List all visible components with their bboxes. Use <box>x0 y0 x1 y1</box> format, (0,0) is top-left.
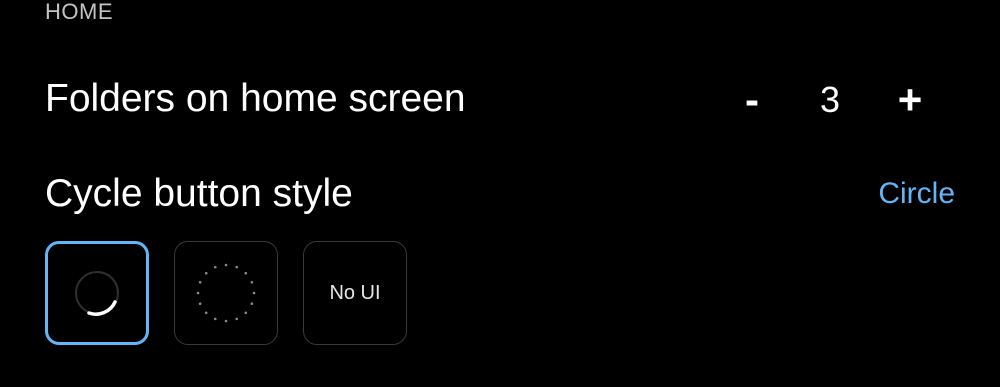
cycle-style-label: Cycle button style <box>45 172 353 215</box>
dotted-circle-dot <box>198 280 202 284</box>
dotted-circle-dot <box>252 291 256 295</box>
folders-count-value: 3 <box>819 79 841 120</box>
decrement-button[interactable]: - <box>730 72 774 128</box>
dotted-circle-dot <box>213 317 217 321</box>
dotted-circle-dot <box>224 319 228 323</box>
dotted-circle-dot <box>250 302 254 306</box>
folders-setting-label: Folders on home screen <box>45 77 466 120</box>
dotted-circle-dot <box>235 317 239 321</box>
dotted-circle-dot <box>235 265 239 269</box>
dotted-circle-dot <box>213 265 217 269</box>
dotted-circle-dot <box>224 263 228 267</box>
dotted-circle-dot <box>198 302 202 306</box>
circle-arc-icon <box>75 271 119 316</box>
dotted-circle-dot <box>250 280 254 284</box>
cycle-style-option-no-ui[interactable]: No UI <box>303 241 407 345</box>
section-header-home: HOME <box>45 0 113 24</box>
dotted-circle-dot <box>244 311 248 315</box>
increment-button[interactable]: + <box>888 72 932 128</box>
folders-stepper: - 3 + <box>730 72 940 128</box>
dotted-circle-dot <box>196 291 200 295</box>
dotted-circle-dot <box>204 271 208 275</box>
dotted-circle-dot <box>204 311 208 315</box>
dotted-circle-dot <box>244 271 248 275</box>
cycle-style-option-circle[interactable] <box>45 241 149 345</box>
cycle-style-selected-value[interactable]: Circle <box>878 175 955 213</box>
cycle-style-option-dotted[interactable] <box>174 241 278 345</box>
no-ui-label: No UI <box>329 281 381 304</box>
dotted-circle-icon <box>196 263 256 323</box>
